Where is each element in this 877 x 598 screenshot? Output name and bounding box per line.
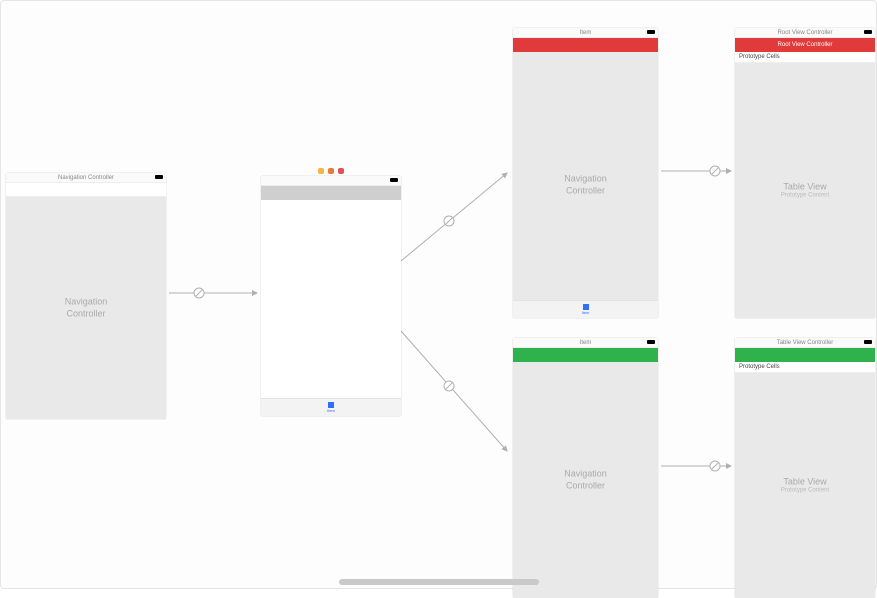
tableview-sub: Prototype Content <box>781 487 829 495</box>
scene-title-text: Item <box>580 30 592 36</box>
storyboard-canvas[interactable]: Navigation Controller Navigation Control… <box>0 0 877 589</box>
battery-icon <box>155 175 163 179</box>
tableview-body: Table View Prototype Content <box>735 373 875 598</box>
tabbar[interactable]: Item <box>261 398 401 416</box>
tab-item-label: Item <box>327 408 335 413</box>
scene-top-table[interactable]: Root View Controller Root View Controlle… <box>735 28 875 318</box>
prototype-cells-label: Prototype Cells <box>735 362 875 373</box>
scene-body: Navigation Controller <box>513 52 658 318</box>
nav-controller-label: Navigation Controller <box>46 296 126 319</box>
tableview-label: Table View Prototype Content <box>781 181 829 200</box>
scene-body <box>261 200 401 416</box>
battery-icon <box>864 340 872 344</box>
badge-first-responder-icon <box>328 168 334 174</box>
navbar-red <box>513 38 658 52</box>
scene-left-nav[interactable]: Navigation Controller Navigation Control… <box>6 173 166 419</box>
scene-title-text: Navigation Controller <box>58 175 114 181</box>
tableview-sub: Prototype Content <box>781 192 829 200</box>
navbar-green <box>513 348 658 362</box>
scene-top-nav[interactable]: Item Navigation Controller Item <box>513 28 658 318</box>
battery-icon <box>390 178 398 182</box>
navbar <box>261 186 401 200</box>
battery-icon <box>864 30 872 34</box>
scene-titlebar: Item <box>513 338 658 348</box>
scene-body: Navigation Controller <box>6 197 166 419</box>
battery-icon <box>647 340 655 344</box>
scene-title-text: Root View Controller <box>778 30 833 36</box>
prototype-cells-label: Prototype Cells <box>735 52 875 63</box>
tableview-label: Table View Prototype Content <box>781 476 829 495</box>
navbar <box>6 183 166 197</box>
navbar-green <box>735 348 875 362</box>
battery-icon <box>647 30 655 34</box>
scene-titlebar: Root View Controller <box>735 28 875 38</box>
scene-titlebar: Item <box>513 28 658 38</box>
navbar-red: Root View Controller <box>735 38 875 52</box>
scene-center-tab[interactable]: Item <box>261 176 401 416</box>
scene-titlebar: Table View Controller <box>735 338 875 348</box>
badge-exit-icon <box>338 168 344 174</box>
tableview-body: Table View Prototype Content <box>735 63 875 318</box>
scene-bot-nav[interactable]: Item Navigation Controller <box>513 338 658 598</box>
tableview-text: Table View <box>783 181 826 191</box>
scene-body: Navigation Controller <box>513 362 658 598</box>
navbar-title: Root View Controller <box>735 38 875 52</box>
scene-bot-table[interactable]: Table View Controller Prototype Cells Ta… <box>735 338 875 598</box>
scene-title-text: Item <box>580 340 592 346</box>
horizontal-scrollbar[interactable] <box>339 579 539 585</box>
nav-controller-label: Navigation Controller <box>549 468 622 491</box>
tabbar[interactable]: Item <box>513 300 658 318</box>
tab-item-label: Item <box>582 310 590 315</box>
scene-title-text: Table View Controller <box>777 340 834 346</box>
scene-selected-badges <box>318 168 344 174</box>
badge-vc-icon <box>318 168 324 174</box>
tableview-text: Table View <box>783 476 826 486</box>
nav-controller-label: Navigation Controller <box>549 173 622 196</box>
scene-titlebar <box>261 176 401 186</box>
scene-titlebar: Navigation Controller <box>6 173 166 183</box>
